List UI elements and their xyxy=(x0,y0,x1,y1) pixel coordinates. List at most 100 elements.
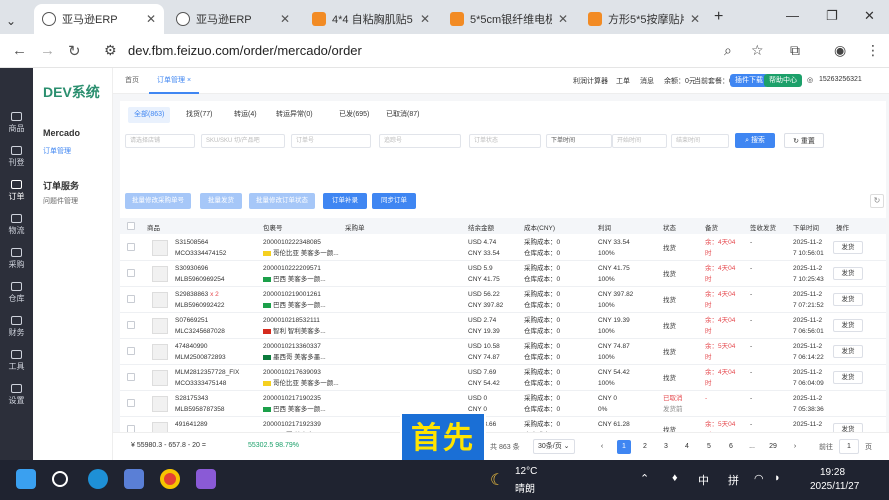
tray-app-icon[interactable]: ♦ xyxy=(672,472,678,484)
edge-browser-icon[interactable] xyxy=(88,469,108,489)
reset-button[interactable]: ↻ 重置 xyxy=(784,133,824,148)
prev-page-icon[interactable]: ‹ xyxy=(595,440,609,454)
minimize-icon[interactable]: — xyxy=(786,8,799,23)
row-sku[interactable]: S07669251 xyxy=(175,317,208,324)
sidebar-item-problem-management[interactable]: 问题件管理 xyxy=(43,196,78,206)
feishu-icon[interactable] xyxy=(196,469,216,489)
nav-orders[interactable]: 订单 xyxy=(0,180,33,202)
nav-logistics[interactable]: 物流 xyxy=(0,214,33,236)
select-all-checkbox[interactable] xyxy=(127,222,135,230)
row-package-no[interactable]: 2000010219001261 xyxy=(263,290,321,300)
status-tab-shipped[interactable]: 已发(695) xyxy=(333,107,375,123)
close-tab-icon[interactable]: ✕ xyxy=(690,12,700,26)
order-no-input[interactable]: 订单号 xyxy=(291,134,371,148)
row-listing-id[interactable]: MLB5960969254 xyxy=(175,275,225,285)
browser-tab-4[interactable]: 5*5cm银纤维电极 ✕ xyxy=(442,4,576,34)
row-sku[interactable]: S30930696 xyxy=(175,265,208,272)
table-refresh-icon[interactable]: ↻ xyxy=(870,194,884,208)
page-3[interactable]: 3 xyxy=(659,440,673,454)
maximize-icon[interactable]: ❐ xyxy=(826,8,838,24)
table-row[interactable]: S31508564 MCO3334474152 2000010222348085 哥… xyxy=(120,235,886,261)
ship-button[interactable]: 发货 xyxy=(833,345,863,358)
tray-up-icon[interactable]: ⌃ xyxy=(640,472,649,485)
tracking-no-input[interactable]: 追踪号 xyxy=(379,134,461,148)
ime-mode[interactable]: 拼 xyxy=(728,472,739,488)
wifi-icon[interactable]: ◠ xyxy=(754,472,764,485)
sync-orders-button[interactable]: 同步订单 xyxy=(372,193,416,209)
sidebar-item-order-management[interactable]: 订单管理 xyxy=(43,146,71,156)
ship-button[interactable]: 发货 xyxy=(833,319,863,332)
page-4[interactable]: 4 xyxy=(680,440,694,454)
row-checkbox[interactable] xyxy=(127,373,135,381)
back-icon[interactable]: ← xyxy=(12,42,27,59)
nav-tools[interactable]: 工具 xyxy=(0,350,33,372)
tab-order-management[interactable]: 订单管理 × xyxy=(149,68,200,94)
row-checkbox[interactable] xyxy=(127,269,135,277)
table-row[interactable]: S30930696 MLB5960969254 2000010222209571 巴… xyxy=(120,261,886,287)
plugin-download-button[interactable]: 插件下载 xyxy=(730,74,768,87)
row-sku[interactable]: 491641289 xyxy=(175,421,208,428)
row-package-no[interactable]: 2000010217190235 xyxy=(263,394,321,404)
table-row[interactable]: S29838863 x 2 MLB5960992422 20000102190012… xyxy=(120,287,886,313)
next-page-icon[interactable]: › xyxy=(788,440,802,454)
row-checkbox[interactable] xyxy=(127,399,135,407)
page-5[interactable]: 5 xyxy=(702,440,716,454)
row-listing-id[interactable]: MLM2500872893 xyxy=(175,353,226,363)
row-listing-id[interactable]: MLB5958787358 xyxy=(175,405,225,415)
add-order-button[interactable]: 订单补录 xyxy=(323,193,367,209)
table-row[interactable]: MLM2812357728_FIX MCO3333475148 200001021… xyxy=(120,365,886,391)
nav-settings[interactable]: 设置 xyxy=(0,384,33,406)
nav-finance[interactable]: 财务 xyxy=(0,316,33,338)
goto-page-input[interactable]: 1 xyxy=(839,439,859,454)
tab-search-icon[interactable]: ⌄ xyxy=(6,6,16,36)
ship-button[interactable]: 发货 xyxy=(833,241,863,254)
status-tab-cancelled[interactable]: 已取消(87) xyxy=(380,107,425,123)
row-sku[interactable]: S29838863 xyxy=(175,291,208,298)
table-row[interactable]: S28175343 MLB5958787358 2000010217190235 巴… xyxy=(120,391,886,417)
search-icon[interactable] xyxy=(52,471,68,487)
row-package-no[interactable]: 2000010213360337 xyxy=(263,342,321,352)
page-last[interactable]: 29 xyxy=(766,440,780,454)
extensions-icon[interactable]: ⧉ xyxy=(790,42,800,59)
nav-purchase[interactable]: 采购 xyxy=(0,248,33,270)
batch-edit-status-button[interactable]: 批量修改订单状态 xyxy=(249,193,315,209)
close-tab-icon[interactable]: ✕ xyxy=(146,12,156,26)
page-2[interactable]: 2 xyxy=(638,440,652,454)
profile-icon[interactable]: ◉ xyxy=(834,42,846,59)
ship-button[interactable]: 发货 xyxy=(833,267,863,280)
row-listing-id[interactable]: MCO3333475148 xyxy=(175,379,226,389)
chrome-browser-icon[interactable] xyxy=(160,469,180,489)
message-link[interactable]: 消息 xyxy=(640,76,654,86)
close-window-icon[interactable]: ✕ xyxy=(864,8,875,24)
status-tab-transfer[interactable]: 转运(4) xyxy=(228,107,263,123)
row-package-no[interactable]: 2000010222348085 xyxy=(263,238,321,248)
nav-warehouse[interactable]: 仓库 xyxy=(0,282,33,304)
zoom-icon[interactable]: ⌕ xyxy=(724,42,732,59)
url-field[interactable]: dev.fbm.feizuo.com/order/mercado/order xyxy=(128,43,362,58)
batch-edit-purchase-button[interactable]: 批量修改采购单号 xyxy=(125,193,191,209)
start-time-input[interactable]: 开始时间 xyxy=(612,134,667,148)
end-time-input[interactable]: 结束时间 xyxy=(671,134,729,148)
page-1[interactable]: 1 xyxy=(617,440,631,454)
close-tab-icon[interactable]: ✕ xyxy=(420,12,430,26)
status-tab-all[interactable]: 全部(863) xyxy=(128,107,171,123)
profit-calculator-link[interactable]: 利润计算器 xyxy=(573,76,608,86)
order-status-select[interactable]: 订单状态 xyxy=(469,134,541,148)
sidebar-section-mercado[interactable]: Mercado xyxy=(43,128,80,138)
bookmark-star-icon[interactable]: ☆ xyxy=(751,42,764,59)
new-tab-icon[interactable]: + xyxy=(714,8,723,26)
close-tab-icon[interactable]: ✕ xyxy=(280,12,290,26)
sku-input[interactable]: SKU/SKU 切/产品吧 xyxy=(201,134,285,148)
table-row[interactable]: 474840990 MLM2500872893 2000010213360337 墨… xyxy=(120,339,886,365)
row-sku[interactable]: 474840990 xyxy=(175,343,208,350)
row-listing-id[interactable]: MLC3245687028 xyxy=(175,327,225,337)
page-ellipsis[interactable]: ... xyxy=(745,440,759,454)
windows-start-icon[interactable] xyxy=(16,469,36,489)
page-size-select[interactable]: 30条/页 ⌄ xyxy=(533,439,575,454)
status-tab-sourcing[interactable]: 找货(77) xyxy=(180,107,218,123)
user-phone[interactable]: 15263256321 xyxy=(819,76,862,83)
order-time-select[interactable]: 下单时间 xyxy=(546,134,612,148)
menu-icon[interactable]: ⋮ xyxy=(866,42,880,59)
browser-tab-1[interactable]: 亚马逊ERP ✕ xyxy=(34,4,164,34)
row-sku[interactable]: S28175343 xyxy=(175,395,208,402)
